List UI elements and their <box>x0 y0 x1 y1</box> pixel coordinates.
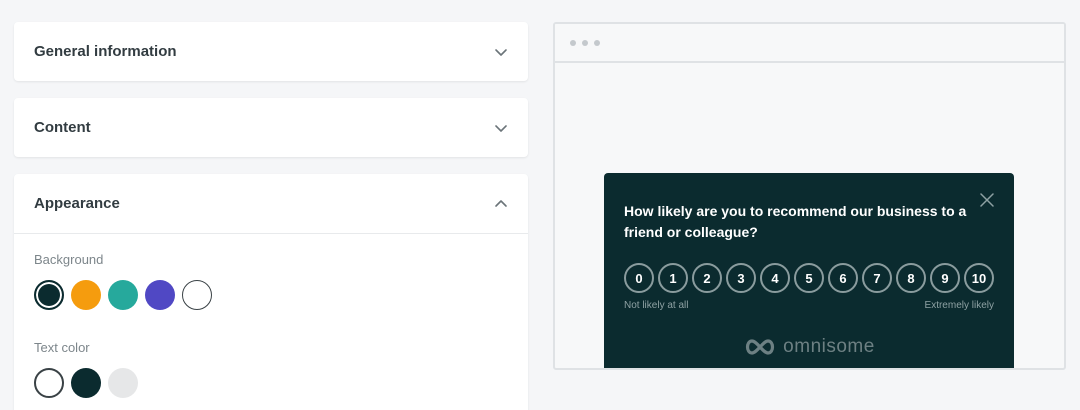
text-color-swatch[interactable] <box>71 368 101 398</box>
chevron-up-icon[interactable] <box>494 197 508 211</box>
nps-score-button[interactable]: 1 <box>658 263 688 293</box>
nps-survey-widget: How likely are you to recommend our busi… <box>604 173 1014 368</box>
scale-low-label: Not likely at all <box>624 300 689 311</box>
window-dot <box>582 39 588 46</box>
panel-title: Appearance <box>34 195 120 212</box>
text-color-label: Text color <box>34 340 90 355</box>
text-color-swatch[interactable] <box>34 368 64 398</box>
nps-score-button[interactable]: 3 <box>726 263 756 293</box>
panel-general-information: General information <box>14 22 528 81</box>
nps-score-button[interactable]: 9 <box>930 263 960 293</box>
brand-name: omnisome <box>783 336 875 357</box>
infinity-logo-icon <box>743 337 777 357</box>
browser-bar <box>555 24 1064 63</box>
background-color-swatch[interactable] <box>108 280 138 310</box>
scale-labels: Not likely at all Extremely likely <box>624 300 994 311</box>
chevron-down-icon[interactable] <box>494 45 508 59</box>
background-label: Background <box>34 252 104 267</box>
panel-title: General information <box>34 43 177 60</box>
nps-score-button[interactable]: 8 <box>896 263 926 293</box>
background-swatches <box>34 280 508 310</box>
background-color-swatch[interactable] <box>145 280 175 310</box>
text-color-swatches <box>34 368 508 398</box>
nps-score-button[interactable]: 5 <box>794 263 824 293</box>
panel-title: Content <box>34 119 91 136</box>
background-color-swatch[interactable] <box>71 280 101 310</box>
text-color-swatch[interactable] <box>108 368 138 398</box>
background-color-swatch[interactable] <box>182 280 212 310</box>
scale-high-label: Extremely likely <box>924 300 994 311</box>
panel-appearance-header[interactable]: Appearance <box>14 174 528 234</box>
panel-appearance: Appearance Background Text color <box>14 174 528 410</box>
panel-content-header[interactable]: Content <box>14 98 528 157</box>
nps-score-button[interactable]: 0 <box>624 263 654 293</box>
panel-general-information-header[interactable]: General information <box>14 22 528 81</box>
appearance-body: Background Text color <box>14 234 528 398</box>
widget-preview: How likely are you to recommend our busi… <box>553 22 1066 370</box>
nps-score-button[interactable]: 7 <box>862 263 892 293</box>
chevron-down-icon[interactable] <box>494 121 508 135</box>
window-dot <box>570 39 576 46</box>
nps-scale: 0 1 2 3 4 5 6 7 8 9 10 <box>624 263 994 293</box>
panel-content: Content <box>14 98 528 157</box>
brand-logo: omnisome <box>624 336 994 358</box>
survey-question: How likely are you to recommend our busi… <box>624 203 967 240</box>
nps-score-button[interactable]: 6 <box>828 263 858 293</box>
nps-score-button[interactable]: 10 <box>964 263 994 293</box>
close-icon[interactable] <box>980 193 994 207</box>
settings-column: General information Content Appearance B… <box>14 22 528 410</box>
background-color-swatch[interactable] <box>34 280 64 310</box>
nps-score-button[interactable]: 2 <box>692 263 722 293</box>
window-dot <box>594 39 600 46</box>
nps-score-button[interactable]: 4 <box>760 263 790 293</box>
